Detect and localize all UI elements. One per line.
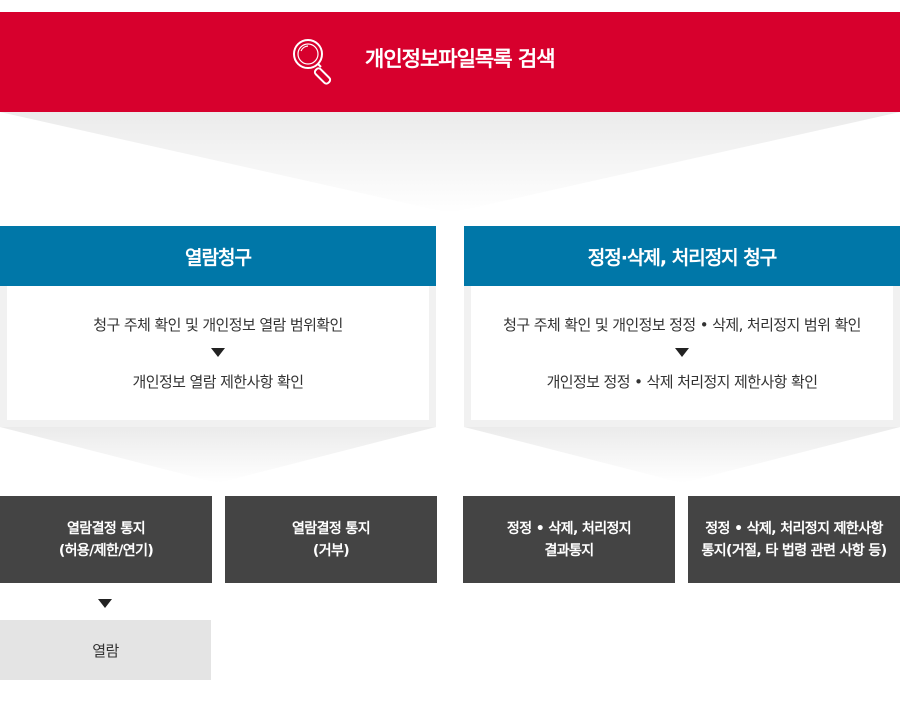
- result-line-1: 열람결정 통지: [292, 520, 371, 537]
- banner-title: 개인정보파일목록 검색: [365, 47, 556, 71]
- right-step-2: 개인정보 정정 • 삭제 처리정지 제한사항 확인: [546, 372, 818, 391]
- arrow-down-icon: [98, 599, 112, 608]
- result-box-correction-restriction: 정정 • 삭제, 처리정지 제한사항 통지(거절, 타 법령 관련 사항 등): [688, 496, 900, 583]
- arrow-down-icon: [675, 347, 689, 357]
- result-line-2: (거부): [312, 542, 350, 559]
- right-column-body: 청구 주체 확인 및 개인정보 정정 • 삭제, 처리정지 범위 확인 개인정보…: [464, 286, 900, 427]
- result-line-1: 열람결정 통지: [67, 520, 146, 537]
- flow-chevron-left: [0, 427, 436, 483]
- result-line-2: 결과통지: [544, 542, 594, 559]
- flow-chevron-main: [0, 112, 900, 213]
- result-box-correction-result: 정정 • 삭제, 처리정지 결과통지: [463, 496, 675, 583]
- right-step-1: 청구 주체 확인 및 개인정보 정정 • 삭제, 처리정지 범위 확인: [503, 315, 861, 334]
- result-line-2: (허용/제한/연기): [58, 542, 154, 559]
- left-column-title: 열람청구: [0, 226, 436, 286]
- result-line-2: 통지(거절, 타 법령 관련 사항 등): [701, 542, 887, 559]
- result-box-access-denied: 열람결정 통지 (거부): [225, 496, 437, 583]
- right-column-title: 정정·삭제, 처리정지 청구: [464, 226, 900, 286]
- left-step-1: 청구 주체 확인 및 개인정보 열람 범위확인: [93, 315, 343, 334]
- arrow-down-icon: [211, 347, 225, 357]
- left-step-2: 개인정보 열람 제한사항 확인: [132, 372, 305, 391]
- search-icon: [293, 39, 332, 85]
- flow-chevron-right: [464, 427, 900, 483]
- result-box-access-granted: 열람결정 통지 (허용/제한/연기): [0, 496, 212, 583]
- result-line-1: 정정 • 삭제, 처리정지: [506, 520, 632, 537]
- final-access-box: 열람: [0, 620, 211, 680]
- result-line-1: 정정 • 삭제, 처리정지 제한사항: [705, 520, 883, 537]
- left-column-body: 청구 주체 확인 및 개인정보 열람 범위확인 개인정보 열람 제한사항 확인: [0, 286, 436, 427]
